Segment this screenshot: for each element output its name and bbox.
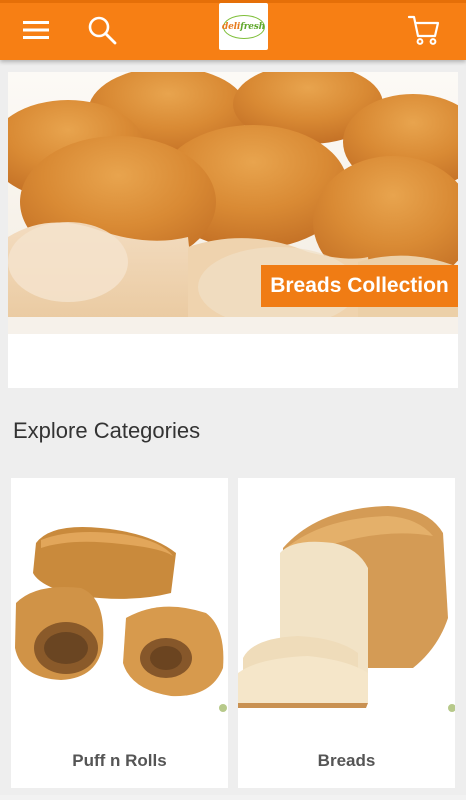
category-card-puff-n-rolls[interactable]: Puff n Rolls [11,478,228,788]
hamburger-menu-icon [23,21,49,39]
next-row-peek [0,795,466,800]
puff-rolls-image [11,478,228,728]
section-title: Explore Categories [13,418,201,443]
menu-button[interactable] [14,8,58,52]
cart-icon [407,15,440,45]
featured-banner-card[interactable]: Breads Collection [8,72,458,388]
search-icon [88,16,117,45]
logo-text: delifresh [222,21,266,32]
category-label: Puff n Rolls [72,751,167,770]
app-bar: delifresh [0,0,466,60]
cart-button[interactable] [402,8,446,52]
breads-banner-image: Breads Collection [8,72,458,334]
brand-logo[interactable]: delifresh [219,3,268,50]
search-button[interactable] [80,8,124,52]
category-card-breads[interactable]: Breads [238,478,455,788]
banner-label: Breads Collection [261,265,458,307]
category-label: Breads [317,751,376,770]
breads-image [238,478,455,728]
logo-emblem: delifresh [222,14,266,39]
